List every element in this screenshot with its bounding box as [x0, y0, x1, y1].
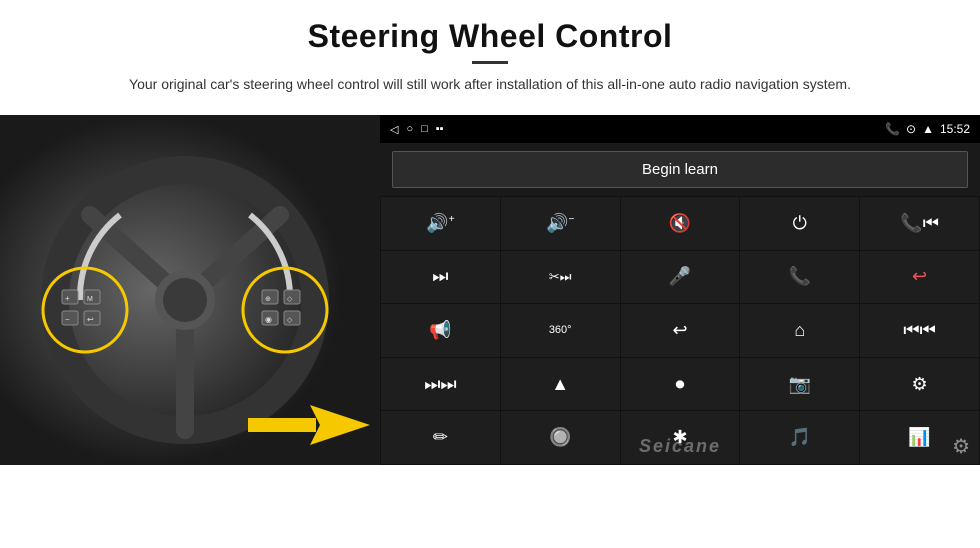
- svg-text:↩: ↩: [87, 315, 94, 324]
- 360-cam-icon: 360°: [549, 324, 572, 336]
- radio-panel: ◁ ○ □ ▪▪ 📞 ⊙ ▲ 15:52 Begin learn: [380, 115, 980, 465]
- subtitle: Your original car's steering wheel contr…: [80, 74, 900, 95]
- next-track-icon: ⏭: [432, 266, 448, 287]
- signal-icon: ▪▪: [436, 123, 444, 135]
- home-button[interactable]: ⌂: [740, 304, 859, 357]
- svg-text:M: M: [87, 296, 93, 303]
- steering-panel: + − M ↩ ⊕ ◉ ◇ ◇: [0, 115, 380, 465]
- eject-button[interactable]: ⏺: [621, 358, 740, 411]
- horn-icon: 📢: [429, 320, 451, 341]
- fast-prev-icon: ⏮⏮: [903, 320, 935, 341]
- wifi-status-icon: ▲: [922, 122, 934, 136]
- home-icon: ⌂: [794, 320, 805, 341]
- 360-cam-button[interactable]: 360°: [501, 304, 620, 357]
- bluetooth-icon: ✱: [672, 427, 687, 448]
- seek-next-button[interactable]: ✂⏭: [501, 251, 620, 304]
- bluetooth-button[interactable]: ✱: [621, 411, 740, 464]
- navigation-icon: ▲: [551, 374, 569, 395]
- header-section: Steering Wheel Control Your original car…: [0, 0, 980, 105]
- eject-icon: ⏺: [675, 374, 684, 395]
- phone-prev-button[interactable]: 📞⏮: [860, 197, 979, 250]
- back-nav-arrow-icon: ↩: [672, 320, 687, 341]
- camera-button[interactable]: 📷: [740, 358, 859, 411]
- navigation-button[interactable]: ▲: [501, 358, 620, 411]
- fast-forward-icon: ⏭⏭: [424, 374, 456, 395]
- title-divider: [472, 61, 508, 64]
- horn-button[interactable]: 📢: [381, 304, 500, 357]
- begin-learn-button[interactable]: Begin learn: [392, 151, 968, 188]
- vol-up-button[interactable]: 🔊+: [381, 197, 500, 250]
- home-nav-icon[interactable]: ○: [406, 123, 413, 135]
- svg-text:⊕: ⊕: [265, 296, 271, 303]
- svg-text:◉: ◉: [265, 315, 272, 324]
- status-left: ◁ ○ □ ▪▪: [390, 123, 444, 136]
- status-right: 📞 ⊙ ▲ 15:52: [885, 122, 970, 136]
- knob-button[interactable]: 🔘: [501, 411, 620, 464]
- microphone-button[interactable]: 🎤: [621, 251, 740, 304]
- location-status-icon: ⊙: [906, 122, 916, 136]
- time-display: 15:52: [940, 122, 970, 136]
- page-title: Steering Wheel Control: [60, 18, 920, 55]
- stylus-icon: ✏: [433, 427, 448, 448]
- status-bar: ◁ ○ □ ▪▪ 📞 ⊙ ▲ 15:52: [380, 115, 980, 143]
- back-nav-button[interactable]: ↩: [621, 304, 740, 357]
- music-icon: 🎵: [789, 427, 811, 448]
- svg-text:−: −: [65, 315, 70, 324]
- gear-settings-icon[interactable]: ⚙: [952, 434, 970, 459]
- fast-prev-button[interactable]: ⏮⏮: [860, 304, 979, 357]
- mute-icon: 🔇: [669, 213, 691, 234]
- fast-forward-button[interactable]: ⏭⏭: [381, 358, 500, 411]
- page-wrapper: Steering Wheel Control Your original car…: [0, 0, 980, 548]
- end-call-button[interactable]: ↩: [860, 251, 979, 304]
- vol-down-button[interactable]: 🔊−: [501, 197, 620, 250]
- begin-learn-row: Begin learn: [380, 143, 980, 196]
- svg-text:+: +: [65, 294, 70, 303]
- knob-icon: 🔘: [549, 427, 571, 448]
- controls-grid: 🔊+ 🔊− 🔇 ⏻ 📞⏮ ⏭ ✂⏭: [380, 196, 980, 465]
- mute-button[interactable]: 🔇: [621, 197, 740, 250]
- vol-up-icon: 🔊+: [426, 213, 454, 234]
- steering-wheel-svg: + − M ↩ ⊕ ◉ ◇ ◇: [0, 115, 380, 465]
- next-track-button[interactable]: ⏭: [381, 251, 500, 304]
- svg-text:◇: ◇: [287, 317, 293, 324]
- power-button[interactable]: ⏻: [740, 197, 859, 250]
- phone-status-icon: 📞: [885, 122, 900, 136]
- steering-bg: + − M ↩ ⊕ ◉ ◇ ◇: [0, 115, 380, 465]
- microphone-icon: 🎤: [669, 266, 691, 287]
- back-nav-icon[interactable]: ◁: [390, 123, 398, 136]
- seek-next-icon: ✂⏭: [549, 269, 572, 285]
- stylus-button[interactable]: ✏: [381, 411, 500, 464]
- vol-down-icon: 🔊−: [546, 213, 574, 234]
- music-button[interactable]: 🎵: [740, 411, 859, 464]
- end-call-icon: ↩: [912, 266, 927, 287]
- power-icon: ⏻: [793, 213, 807, 234]
- svg-text:◇: ◇: [287, 296, 293, 303]
- call-icon: 📞: [789, 266, 811, 287]
- camera-icon: 📷: [789, 374, 811, 395]
- content-row: + − M ↩ ⊕ ◉ ◇ ◇: [0, 115, 980, 548]
- recents-nav-icon[interactable]: □: [421, 123, 428, 135]
- phone-prev-icon: 📞⏮: [900, 213, 939, 234]
- eq-settings-button[interactable]: ⚙: [860, 358, 979, 411]
- equalizer-icon: 📊: [908, 427, 930, 448]
- call-button[interactable]: 📞: [740, 251, 859, 304]
- eq-settings-icon: ⚙: [912, 374, 928, 395]
